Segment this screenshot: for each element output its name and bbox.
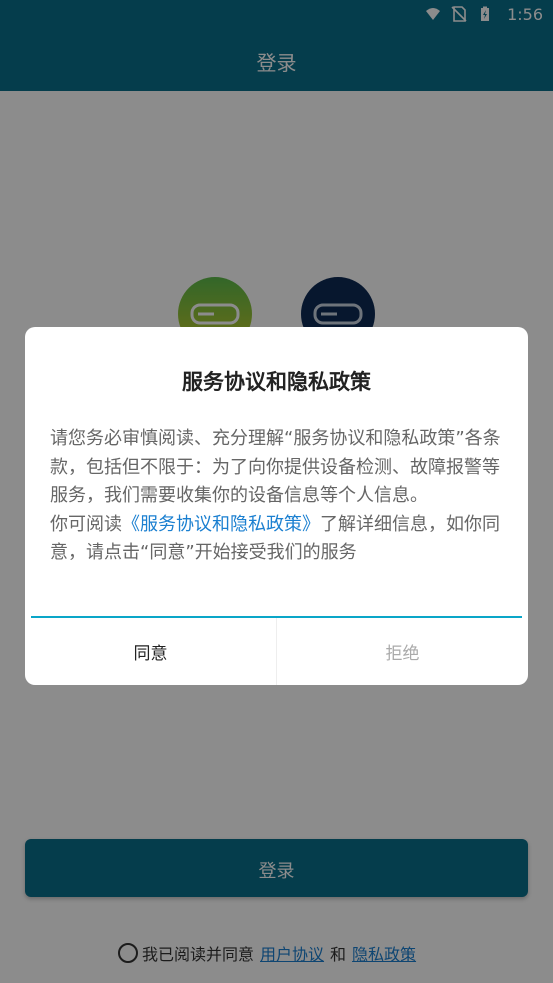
policy-link[interactable]: 《服务协议和隐私政策》 bbox=[122, 514, 320, 535]
dialog-title: 服务协议和隐私政策 bbox=[182, 370, 371, 394]
privacy-dialog: 服务协议和隐私政策 请您务必审慎阅读、充分理解“服务协议和隐私政策”各条款，包括… bbox=[25, 327, 528, 685]
dialog-body: 请您务必审慎阅读、充分理解“服务协议和隐私政策”各条款，包括但不限于：为了向你提… bbox=[50, 425, 510, 568]
dialog-paragraph-2: 你可阅读《服务协议和隐私政策》了解详细信息，如你同意，请点击“同意”开始接受我们… bbox=[50, 511, 510, 568]
reject-button[interactable]: 拒绝 bbox=[277, 618, 528, 685]
dialog-paragraph-1: 请您务必审慎阅读、充分理解“服务协议和隐私政策”各条款，包括但不限于：为了向你提… bbox=[50, 428, 501, 506]
agree-button[interactable]: 同意 bbox=[25, 618, 276, 685]
dialog-paragraph-2-prefix: 你可阅读 bbox=[50, 513, 122, 535]
